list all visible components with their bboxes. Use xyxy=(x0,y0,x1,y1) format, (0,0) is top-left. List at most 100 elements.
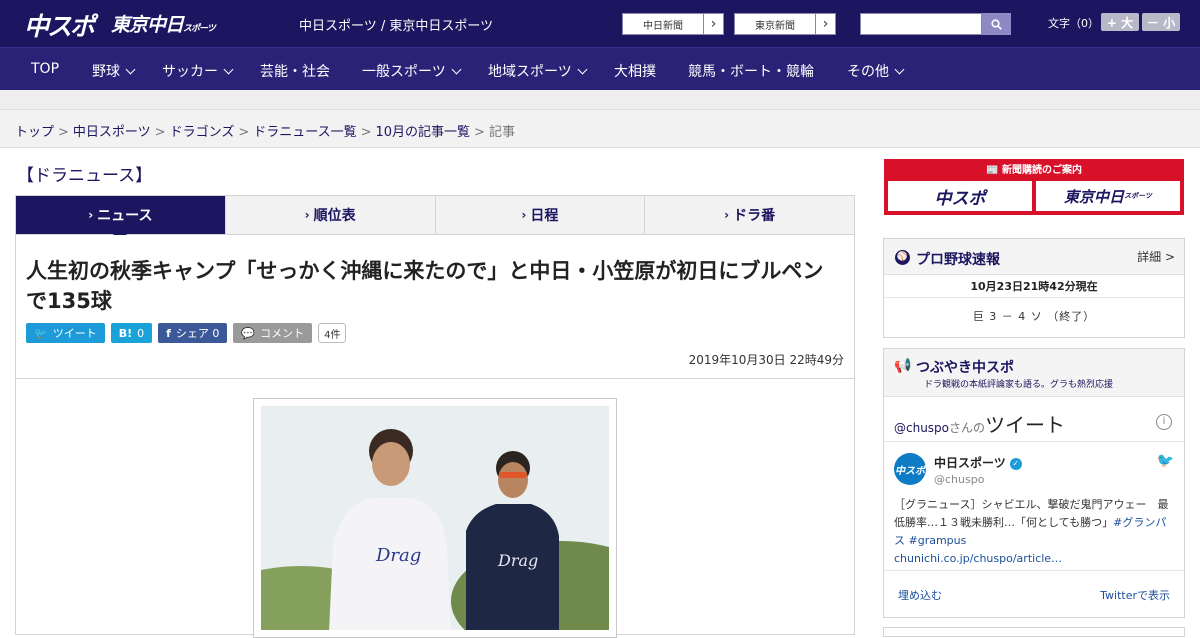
megaphone-icon: 📢 xyxy=(894,358,912,374)
nav-item-other[interactable]: その他 xyxy=(847,61,905,81)
facebook-share-button[interactable]: f シェア 0 xyxy=(158,323,228,343)
nav-item-label: サッカー xyxy=(162,64,218,80)
baseball-update-time: 10月23日21時42分現在 xyxy=(884,275,1184,298)
section-title: 【ドラニュース】 xyxy=(17,166,153,186)
info-icon[interactable]: i xyxy=(1156,414,1172,430)
timeline-header: @chuspoさんのツイート xyxy=(894,409,1065,438)
search-input[interactable] xyxy=(860,13,982,35)
baseball-score-widget: ⚾ プロ野球速報 詳細 > 10月23日21時42分現在 巨 3 － 4 ソ （… xyxy=(883,238,1185,338)
comment-label: コメント xyxy=(260,327,305,340)
verified-badge-icon: ✓ xyxy=(1009,458,1022,470)
subscribe-tokyo-logo-small: スポーツ xyxy=(1124,192,1152,200)
twitter-widget-title: つぶやき中スポ xyxy=(916,360,1014,376)
tweet-link[interactable]: chunichi.co.jp/chuspo/article… xyxy=(894,552,1062,565)
article-photo[interactable]: Drag Drag xyxy=(261,406,609,630)
avatar[interactable]: 中スポ xyxy=(894,453,926,485)
tokyo-shimbun-link[interactable]: 東京新聞 › xyxy=(734,13,836,35)
chevron-right-icon: › xyxy=(521,208,527,222)
newspaper-icon: 📰 xyxy=(986,165,1002,176)
nav-item-label: 競馬・ボート・競輪 xyxy=(688,64,814,80)
tab-label: ニュース xyxy=(97,208,153,224)
hatena-count: 0 xyxy=(137,326,145,340)
baseball-game-score[interactable]: 巨 3 － 4 ソ （終了） xyxy=(884,298,1184,336)
chevron-down-icon xyxy=(451,64,462,75)
chevron-right-icon: › xyxy=(88,208,94,222)
tweet-account-handle[interactable]: @chuspo xyxy=(934,473,984,486)
embed-link[interactable]: 埋め込む xyxy=(898,587,942,603)
svg-text:Drag: Drag xyxy=(375,545,421,566)
tokyo-shimbun-label: 東京新聞 xyxy=(755,20,795,32)
subscribe-chuspo-logo: 中スポ xyxy=(934,188,986,209)
nav-item-local-sports[interactable]: 地域スポーツ xyxy=(488,61,588,81)
article-photo-frame: Drag Drag xyxy=(253,398,617,638)
site-title[interactable]: 中日スポーツ / 東京中日スポーツ xyxy=(299,15,493,34)
hatena-bookmark-button[interactable]: B! 0 xyxy=(110,323,153,343)
speech-bubble-icon: 💬 xyxy=(241,326,256,340)
tab-standings[interactable]: › 順位表 xyxy=(224,196,435,234)
twitter-bird-icon: 🐦 xyxy=(34,326,48,340)
tweet-button[interactable]: 🐦 ツイート xyxy=(26,323,105,343)
search-icon xyxy=(991,18,1002,30)
breadcrumb-dragons[interactable]: ドラゴンズ xyxy=(170,125,235,140)
breadcrumb-chunichi-sports[interactable]: 中日スポーツ xyxy=(73,125,151,140)
chuspo-logo[interactable]: 中スポ xyxy=(24,7,95,43)
nav-item-soccer[interactable]: サッカー xyxy=(162,61,234,81)
main-nav: TOP 野球 サッカー 芸能・社会 一般スポーツ 地域スポーツ 大相撲 競馬・ボ… xyxy=(0,47,1200,90)
search-button[interactable] xyxy=(982,13,1011,35)
tab-label: ドラ番 xyxy=(733,208,776,224)
timeline-title: ツイート xyxy=(985,413,1066,437)
view-on-twitter-link[interactable]: Twitterで表示 xyxy=(1100,587,1170,603)
tokyo-logo-main: 東京中日 xyxy=(111,14,184,36)
tweet-account-name-text: 中日スポーツ xyxy=(934,456,1006,470)
section-tabs: › ニュース › 順位表 › 日程 › ドラ番 xyxy=(15,195,855,241)
chevron-right-icon: › xyxy=(815,14,835,34)
tab-dora-ban[interactable]: › ドラ番 xyxy=(644,196,854,234)
subscription-banner[interactable]: 📰 新聞購読のご案内 中スポ 東京中日 スポーツ xyxy=(884,159,1184,215)
breadcrumb-separator: > xyxy=(360,125,372,140)
breadcrumb-october-articles[interactable]: 10月の記事一覧 xyxy=(376,125,471,140)
photo-illustration: Drag Drag xyxy=(261,406,609,630)
subscribe-tokyo-link[interactable]: 東京中日 スポーツ xyxy=(1036,181,1180,211)
next-widget xyxy=(883,627,1185,637)
subscription-title-text: 新聞購読のご案内 xyxy=(1001,165,1082,176)
font-larger-button[interactable]: + 大 xyxy=(1101,13,1139,31)
nav-item-label: TOP xyxy=(31,61,60,77)
tokyo-chunichi-logo[interactable]: 東京中日スポーツ xyxy=(111,10,216,37)
site-header: 中スポ 東京中日スポーツ 中日スポーツ / 東京中日スポーツ 中日新聞 › 東京… xyxy=(0,0,1200,47)
nav-item-racing[interactable]: 競馬・ボート・競輪 xyxy=(688,61,814,81)
tweet-account-name[interactable]: 中日スポーツ ✓ xyxy=(934,454,1022,471)
spacer-band xyxy=(0,90,1200,110)
timeline-handle-link[interactable]: @chuspo xyxy=(894,421,949,435)
nav-item-baseball[interactable]: 野球 xyxy=(92,61,136,81)
breadcrumb-dora-news-list[interactable]: ドラニュース一覧 xyxy=(253,125,356,140)
nav-item-general-sports[interactable]: 一般スポーツ xyxy=(362,61,462,81)
breadcrumb-separator: > xyxy=(474,125,485,140)
subscription-title: 📰 新聞購読のご案内 xyxy=(884,161,1184,176)
font-size-label: 文字（0） xyxy=(1048,17,1099,30)
comment-button[interactable]: 💬 コメント xyxy=(233,323,313,343)
tab-news[interactable]: › ニュース xyxy=(16,196,225,241)
tab-schedule[interactable]: › 日程 xyxy=(434,196,645,234)
chunichi-shimbun-link[interactable]: 中日新聞 › xyxy=(622,13,724,35)
twitter-widget: 📢 つぶやき中スポ ドラ観戦の本紙評論家も語る。グラも熱烈応援 @chuspoさ… xyxy=(883,348,1185,618)
facebook-label: シェア xyxy=(175,327,209,340)
twitter-bird-icon[interactable]: 🐦 xyxy=(1157,453,1174,469)
breadcrumb-top[interactable]: トップ xyxy=(15,125,54,140)
divider xyxy=(884,570,1184,571)
comment-count-badge: 4件 xyxy=(318,323,347,343)
divider xyxy=(16,378,854,379)
nav-item-entertainment[interactable]: 芸能・社会 xyxy=(260,61,330,81)
font-smaller-button[interactable]: － 小 xyxy=(1142,13,1180,31)
share-bar: 🐦 ツイート B! 0 f シェア 0 💬 コメント 4件 xyxy=(26,323,347,343)
breadcrumb-separator: > xyxy=(238,125,250,140)
baseball-details-link[interactable]: 詳細 > xyxy=(1137,248,1175,265)
breadcrumb-separator: > xyxy=(154,125,166,140)
nav-item-label: 地域スポーツ xyxy=(488,64,572,80)
subscribe-chuspo-link[interactable]: 中スポ xyxy=(888,181,1032,211)
nav-item-top[interactable]: TOP xyxy=(31,61,59,77)
breadcrumb: トップ > 中日スポーツ > ドラゴンズ > ドラニュース一覧 >10月の記事一覧 > 記事 xyxy=(15,121,515,140)
chevron-down-icon xyxy=(223,64,234,75)
published-date: 2019年10月30日 22時49分 xyxy=(688,353,844,367)
tweet-label: ツイート xyxy=(52,327,97,340)
nav-item-sumo[interactable]: 大相撲 xyxy=(614,61,656,81)
